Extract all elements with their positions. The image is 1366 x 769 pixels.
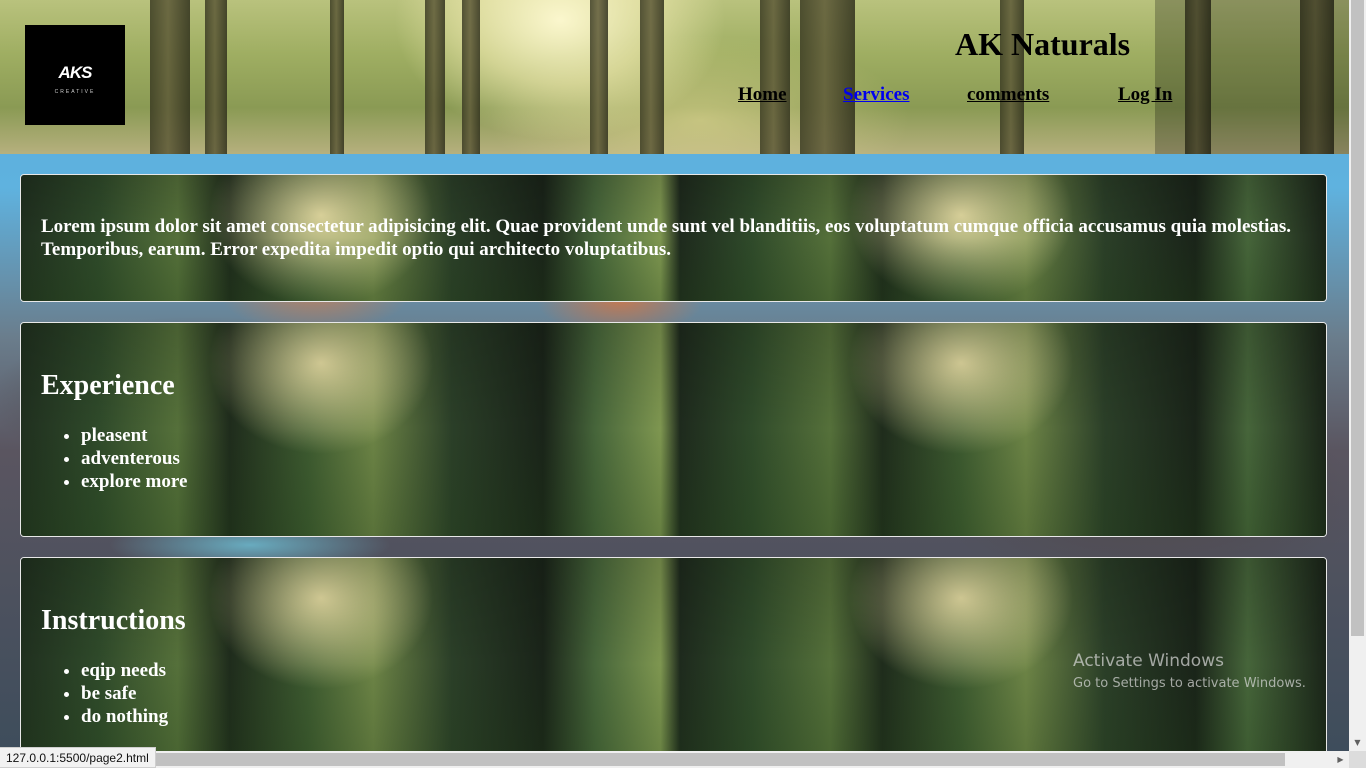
experience-list: pleasent adventerous explore more [41, 424, 1306, 493]
experience-card: Experience pleasent adventerous explore … [20, 322, 1327, 537]
header-background-tree [462, 0, 480, 154]
nav-link-home[interactable]: Home [738, 84, 787, 106]
scrollbar-corner [1349, 751, 1366, 768]
header-background-tree [590, 0, 608, 154]
scroll-down-arrow-icon[interactable]: ▼ [1349, 734, 1366, 751]
header-background-tree [330, 0, 344, 154]
header-background-tree [760, 0, 790, 154]
instructions-heading: Instructions [41, 605, 186, 636]
experience-heading: Experience [41, 370, 175, 401]
header-shade [1155, 0, 1349, 154]
horizontal-scrollbar[interactable]: ▶ [0, 751, 1349, 768]
site-logo[interactable]: AKS CREATIVE [25, 25, 125, 125]
logo-tagline: CREATIVE [54, 89, 96, 95]
header-background-tree [205, 0, 227, 154]
nav-link-login[interactable]: Log In [1118, 84, 1172, 106]
page-viewport: AKS CREATIVE AK Naturals Home Services c… [0, 0, 1349, 751]
activate-windows-title: Activate Windows [1073, 651, 1224, 671]
intro-card: Lorem ipsum dolor sit amet consectetur a… [20, 174, 1327, 302]
site-header: AKS CREATIVE AK Naturals Home Services c… [0, 0, 1349, 154]
intro-text: Lorem ipsum dolor sit amet consectetur a… [41, 216, 1292, 260]
header-background-tree [150, 0, 190, 154]
header-background-tree [640, 0, 664, 154]
header-background-tree [800, 0, 855, 154]
site-title: AK Naturals [955, 26, 1131, 62]
logo-wordmark: AKS [58, 63, 93, 82]
list-item: explore more [81, 470, 1306, 493]
list-item: pleasent [81, 424, 1306, 447]
vertical-scroll-thumb[interactable] [1351, 0, 1364, 636]
nav-link-comments[interactable]: comments [967, 84, 1049, 106]
header-background-tree [1000, 0, 1024, 154]
horizontal-scroll-thumb[interactable] [17, 753, 1285, 766]
nav-link-services[interactable]: Services [843, 84, 909, 106]
activate-windows-subtitle: Go to Settings to activate Windows. [1073, 676, 1306, 691]
vertical-scrollbar[interactable]: ▲ ▼ [1349, 0, 1366, 751]
list-item: do nothing [81, 705, 1306, 728]
scroll-right-arrow-icon[interactable]: ▶ [1332, 751, 1349, 768]
link-status-bar: 127.0.0.1:5500/page2.html [0, 747, 156, 768]
header-background-tree [425, 0, 445, 154]
list-item: adventerous [81, 447, 1306, 470]
